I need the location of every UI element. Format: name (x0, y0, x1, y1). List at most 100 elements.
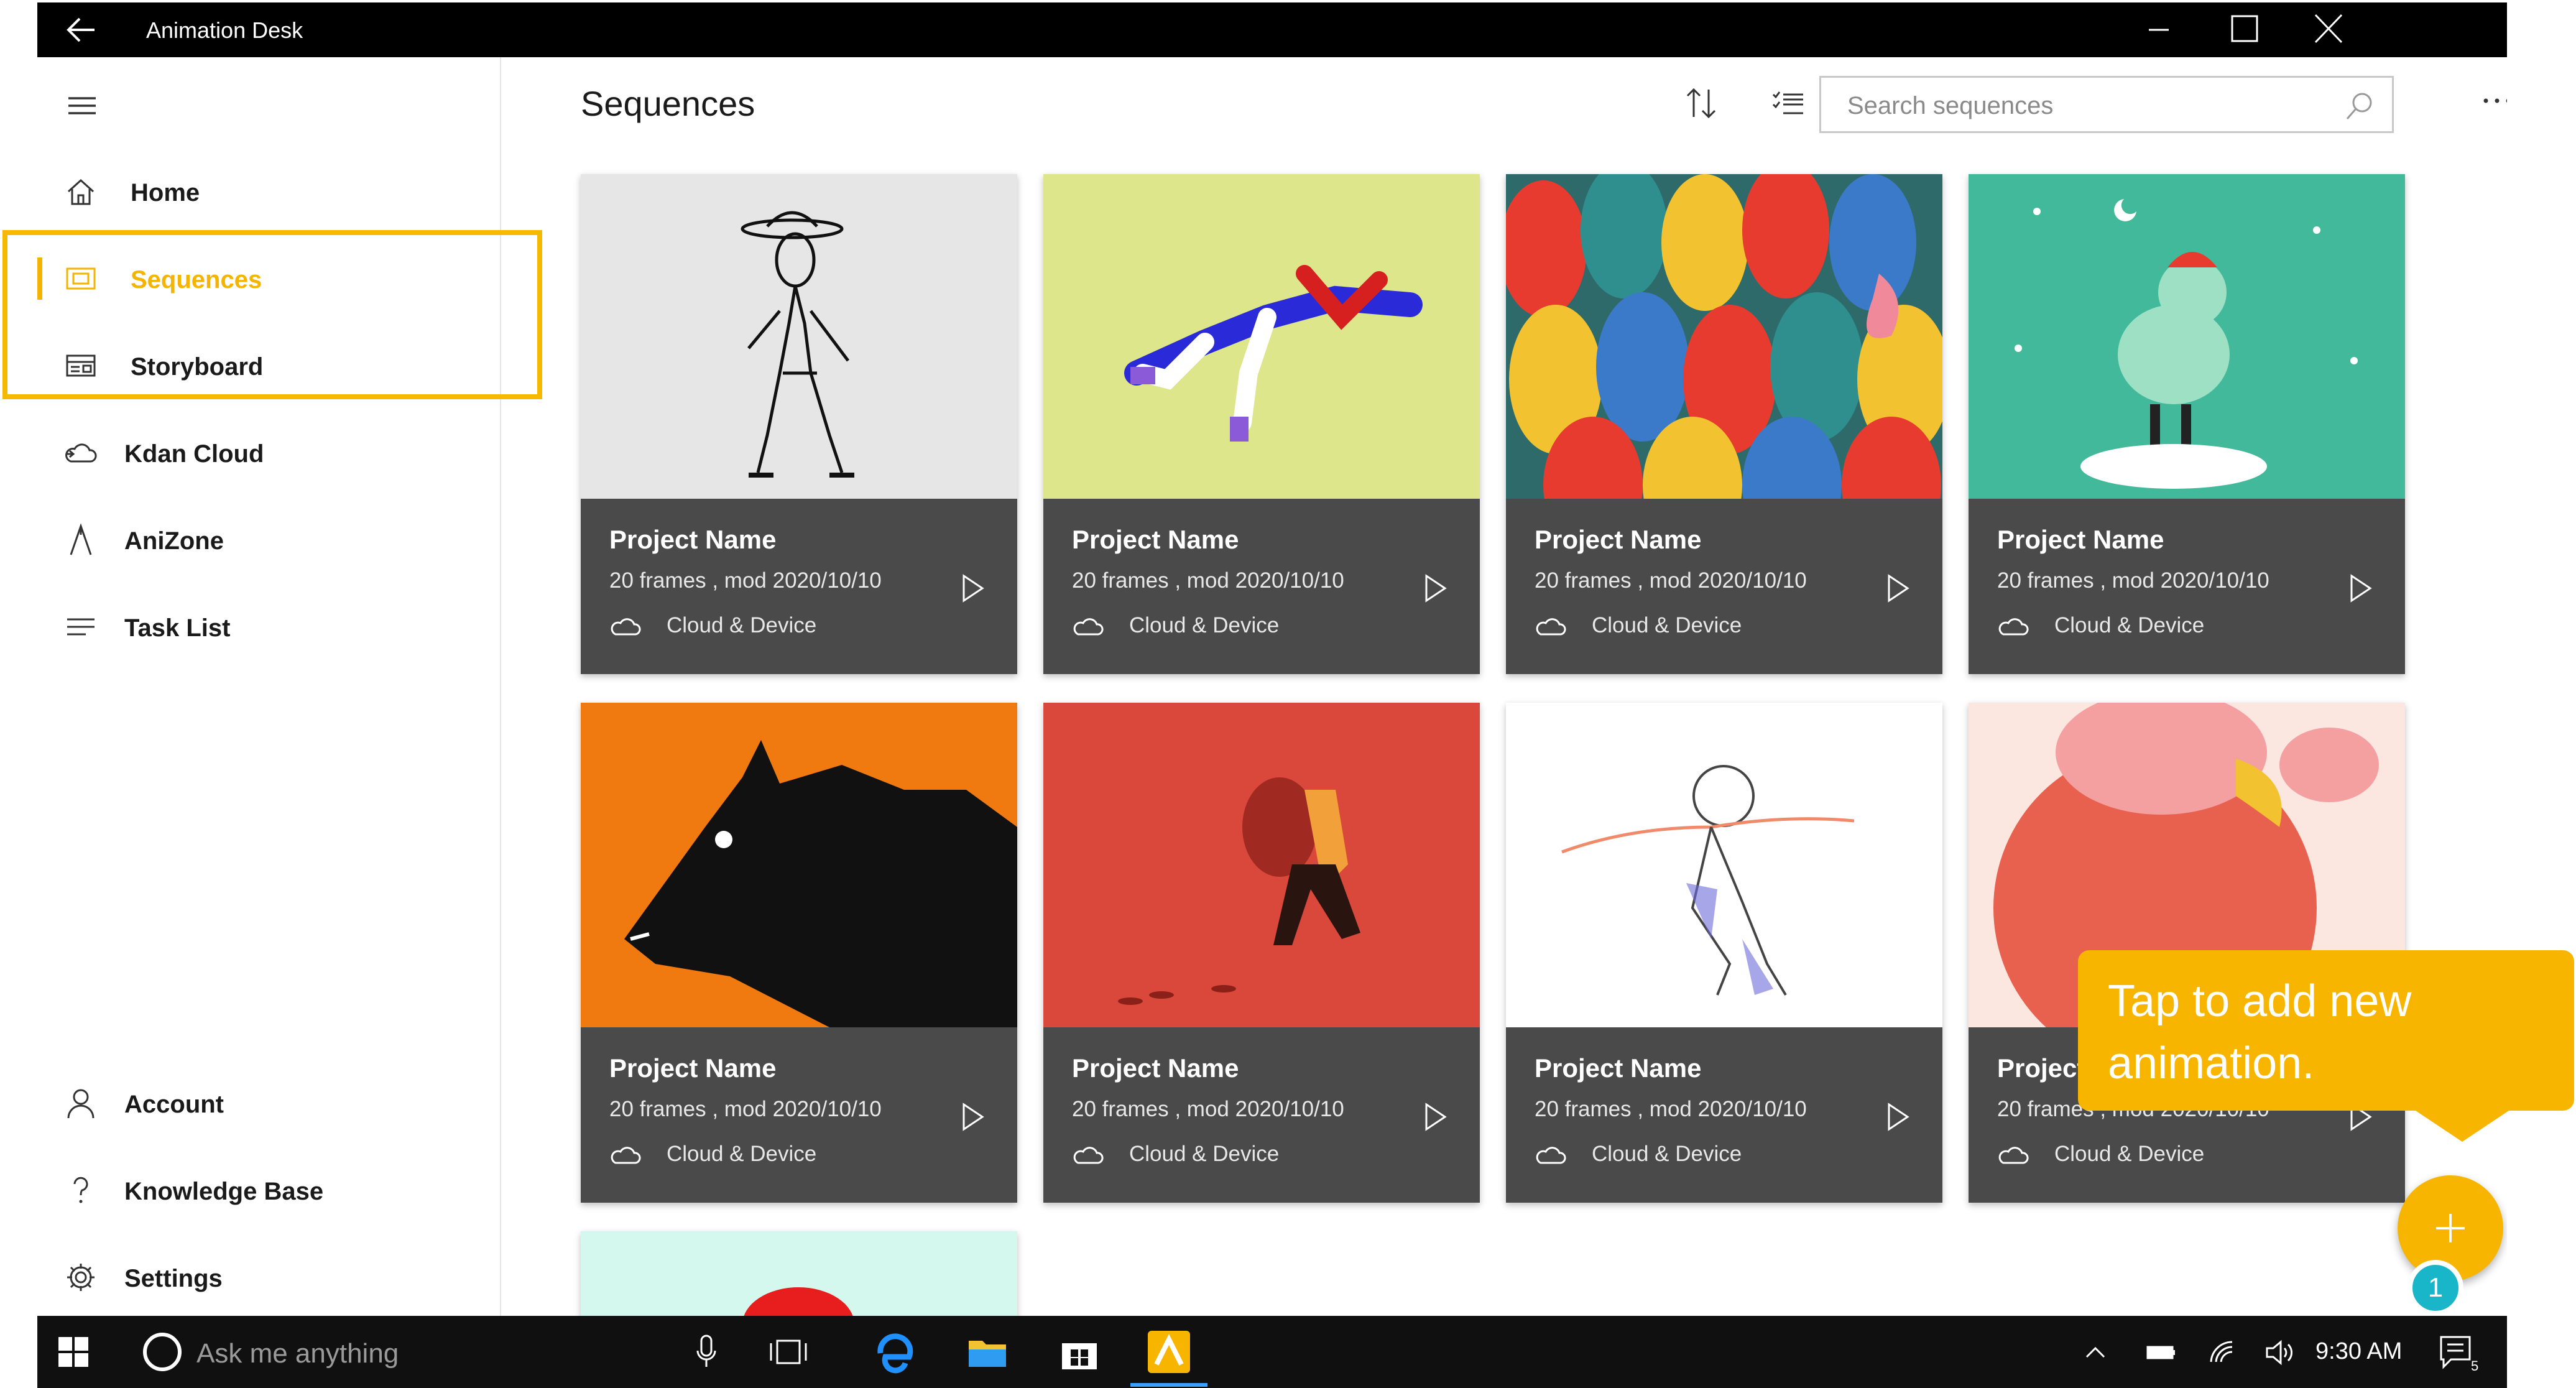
play-icon[interactable] (1421, 572, 1449, 604)
sidebar-item-home[interactable]: Home (37, 154, 497, 229)
play-icon[interactable] (1421, 1101, 1449, 1133)
taskbar-clock[interactable]: 9:30 AM (2315, 1338, 2402, 1365)
sequence-card[interactable]: Project Name 20 frames , mod 2020/10/10 … (1506, 703, 1942, 1203)
title-bar: Animation Desk (37, 2, 2507, 57)
task-list-icon (67, 618, 95, 636)
location-label: Cloud & Device (1129, 613, 1280, 637)
sidebar-item-task-list[interactable]: Task List (37, 590, 497, 664)
animation-desk-app-icon[interactable] (1145, 1328, 1193, 1376)
bird-thumbnail (2015, 199, 2358, 489)
project-name: Project Name (1535, 1053, 1702, 1083)
search-input[interactable] (1846, 88, 2334, 124)
location-label: Cloud & Device (667, 613, 817, 637)
close-button[interactable] (2306, 12, 2350, 47)
edge-browser-icon[interactable] (870, 1328, 918, 1376)
sidebar-item-label: Home (131, 179, 200, 206)
sequence-thumbnail[interactable] (1506, 703, 1942, 1027)
battery-icon[interactable] (2145, 1337, 2177, 1368)
red-shape-thumbnail (744, 1287, 853, 1316)
colorful-eggs-thumbnail (1506, 174, 1942, 499)
card-info: Project Name 20 frames , mod 2020/10/10 … (581, 499, 1017, 674)
main-content: Sequences Search sequences Project Name … (501, 57, 2507, 1316)
app-title: Animation Desk (146, 17, 303, 43)
cortana-icon[interactable] (140, 1330, 185, 1374)
plus-icon (2436, 1214, 2465, 1242)
cloud-icon (1536, 618, 1566, 636)
taskbar-search[interactable]: Ask me anything (196, 1338, 399, 1369)
task-view-icon[interactable] (765, 1328, 812, 1376)
cloud-icon (611, 1147, 641, 1164)
search-box[interactable] (1819, 76, 2394, 133)
sequence-thumbnail[interactable] (581, 174, 1017, 499)
cloud-icon (1998, 1147, 2029, 1164)
card-info: Project Name 20 frames , mod 2020/10/10 … (581, 1027, 1017, 1203)
windows-start-icon[interactable] (56, 1335, 91, 1369)
sidebar-item-settings[interactable]: Settings (37, 1240, 497, 1315)
page-title: Sequences (581, 84, 755, 123)
play-icon[interactable] (1884, 572, 1911, 604)
project-meta: 20 frames , mod 2020/10/10 (609, 568, 882, 593)
sequence-card[interactable]: Project Name 20 frames , mod 2020/10/10 … (1043, 703, 1480, 1203)
walking-figure-thumbnail (1118, 777, 1360, 1005)
app-window: Animation Desk Home Sequences Storyboard… (37, 2, 2507, 1316)
project-name: Project Name (1072, 1053, 1239, 1083)
home-icon (67, 178, 95, 205)
project-meta: 20 frames , mod 2020/10/10 (1535, 568, 1807, 593)
maximize-button[interactable] (2221, 12, 2266, 47)
sidebar-item-account[interactable]: Account (37, 1066, 497, 1140)
step-badge: 1 (2407, 1260, 2463, 1316)
falling-figure-thumbnail (1124, 265, 1423, 442)
play-icon[interactable] (959, 572, 986, 604)
wifi-icon[interactable] (2207, 1337, 2238, 1368)
back-arrow-icon[interactable] (62, 12, 99, 47)
more-options-icon[interactable] (2478, 88, 2507, 113)
wolf-thumbnail (624, 740, 1017, 1027)
sequence-thumbnail[interactable] (1043, 703, 1480, 1027)
sequence-card[interactable]: Project Name 20 frames , mod 2020/10/10 … (581, 174, 1017, 674)
sort-icon[interactable] (1683, 82, 1720, 124)
select-list-icon[interactable] (1770, 82, 1807, 124)
play-icon[interactable] (1884, 1101, 1911, 1133)
cloud-icon (1536, 1147, 1566, 1164)
sequence-thumbnail[interactable] (1506, 174, 1942, 499)
sequence-thumbnail[interactable] (1969, 174, 2405, 499)
sequence-card[interactable]: Project Name 20 frames , mod 2020/10/10 … (1969, 174, 2405, 674)
microphone-icon[interactable] (694, 1333, 719, 1371)
sidebar-item-label: Settings (124, 1265, 223, 1292)
project-meta: 20 frames , mod 2020/10/10 (1997, 568, 2269, 593)
sequence-thumbnail[interactable] (581, 703, 1017, 1027)
project-name: Project Name (1997, 525, 2164, 554)
cloud-sync-icon (65, 443, 97, 463)
sidebar-item-knowledge-base[interactable]: Knowledge Base (37, 1153, 497, 1228)
volume-icon[interactable] (2263, 1337, 2296, 1368)
tooltip-pointer (2414, 1109, 2511, 1142)
hamburger-menu-icon[interactable] (63, 93, 101, 118)
location-label: Cloud & Device (1592, 1142, 1742, 1166)
cloud-icon (1073, 1147, 1104, 1164)
sequence-card[interactable]: Project Name 20 frames , mod 2020/10/10 … (1506, 174, 1942, 674)
sequence-card[interactable] (581, 1231, 1017, 1316)
sidebar-item-label: Kdan Cloud (124, 440, 264, 468)
cloud-icon (1073, 618, 1104, 636)
file-explorer-icon[interactable] (964, 1328, 1011, 1376)
sidebar-item-anizone[interactable]: AniZone (37, 502, 497, 577)
chevron-up-icon[interactable] (2083, 1337, 2108, 1368)
play-icon[interactable] (959, 1101, 986, 1133)
help-icon (73, 1177, 88, 1203)
store-icon[interactable] (1056, 1328, 1103, 1376)
sidebar-item-kdan-cloud[interactable]: Kdan Cloud (37, 415, 497, 490)
location-label: Cloud & Device (2054, 1142, 2205, 1166)
play-icon[interactable] (2347, 572, 2374, 604)
minimize-button[interactable] (2136, 12, 2181, 47)
location-label: Cloud & Device (2054, 613, 2205, 637)
location-label: Cloud & Device (1129, 1142, 1280, 1166)
sequence-thumbnail[interactable] (581, 1231, 1017, 1316)
tooltip-text: Tap to add new animation. (2108, 976, 2412, 1088)
sequence-card[interactable]: Project Name 20 frames , mod 2020/10/10 … (1043, 174, 1480, 674)
project-name: Project Name (1535, 525, 1702, 554)
gear-icon (67, 1264, 95, 1291)
sequence-card[interactable]: Project Name 20 frames , mod 2020/10/10 … (581, 703, 1017, 1203)
action-center-icon[interactable]: 5 (2437, 1333, 2481, 1373)
search-icon[interactable] (2342, 89, 2377, 124)
sequence-thumbnail[interactable] (1043, 174, 1480, 499)
